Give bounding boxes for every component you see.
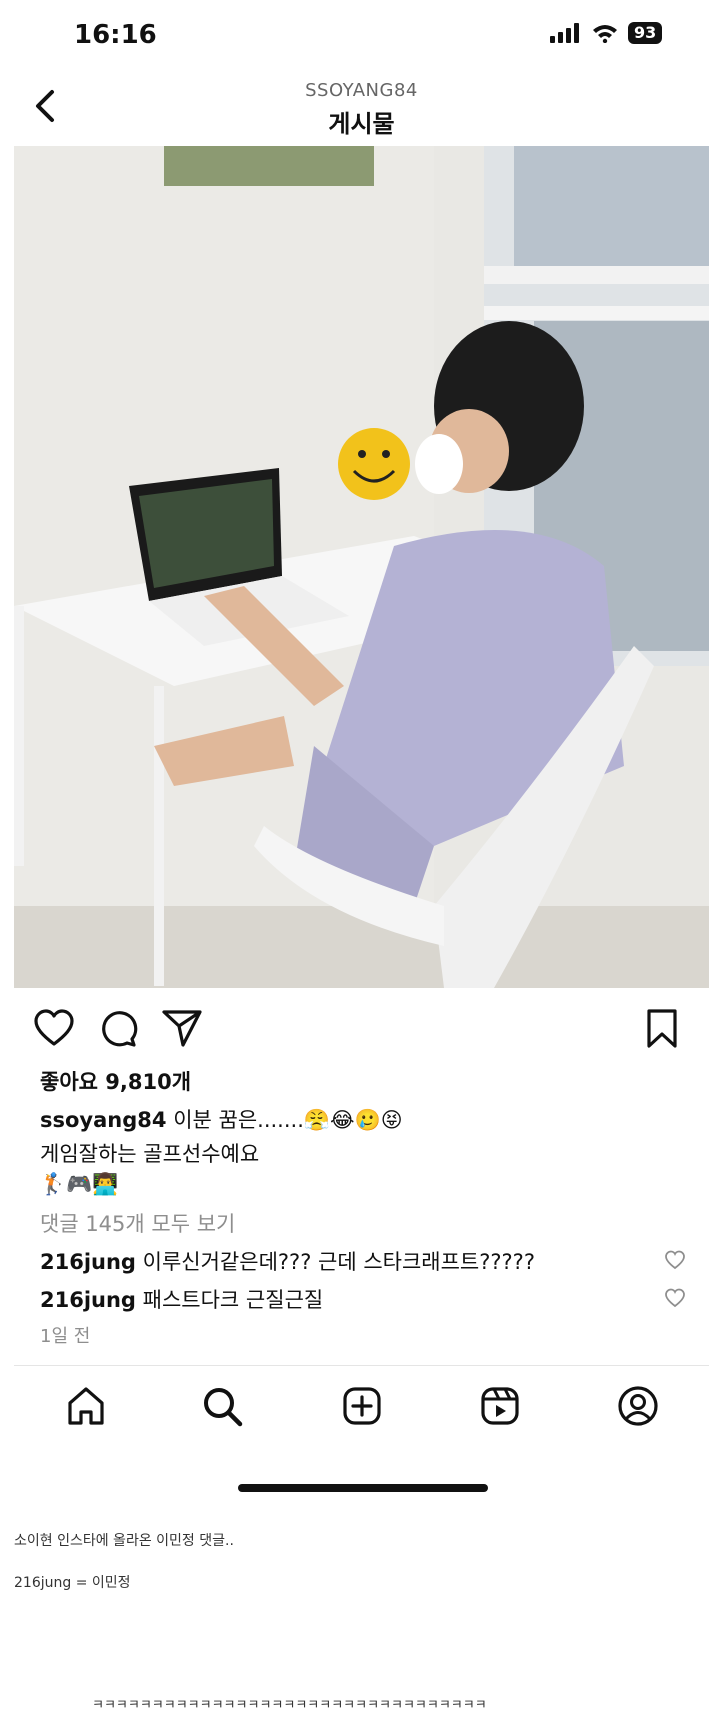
create-icon[interactable] [340,1384,384,1428]
comment-row: 216jung 패스트다크 근질근질 [40,1284,323,1314]
comment-icon[interactable] [96,1006,140,1050]
caption-emojis: 😤😂🥲😝 [303,1108,403,1132]
likes-count: 좋아요 9,810개 [40,1070,192,1094]
caption: ssoyang84 이분 꿈은.......😤😂🥲😝 [40,1104,403,1134]
status-time: 16:16 [74,20,157,50]
divider [14,1365,709,1366]
like-heart-icon[interactable] [32,1006,76,1050]
header-username: SSOYANG84 [305,80,418,101]
comment-username[interactable]: 216jung [40,1250,136,1274]
home-icon[interactable] [64,1384,108,1428]
status-icons: 93 [550,22,663,44]
home-indicator [238,1484,488,1492]
post-photo[interactable] [14,146,709,988]
note-line-2: 216jung = 이민정 [14,1575,131,1591]
comment-text: 패스트다크 근질근질 [142,1288,324,1312]
share-send-icon[interactable] [160,1006,204,1050]
caption-username[interactable]: ssoyang84 [40,1108,167,1132]
view-all-comments-link[interactable]: 댓글 145개 모두 보기 [40,1208,235,1238]
comment-row: 216jung 이루신거같은데??? 근데 스타크래프트????? [40,1246,535,1276]
caption-line-2: 게임잘하는 골프선수예요 [40,1142,260,1166]
wifi-icon [593,25,617,43]
comment-like-heart-icon[interactable] [664,1287,686,1309]
profile-icon[interactable] [616,1384,660,1428]
caption-text: 이분 꿈은....... [173,1108,304,1132]
photo-illustration [14,146,709,988]
comment-text: 이루신거같은데??? 근데 스타크래프트????? [142,1250,535,1274]
save-bookmark-icon[interactable] [640,1006,684,1050]
signal-icon [550,23,579,43]
comment-like-heart-icon[interactable] [664,1249,686,1271]
caption-line-3: 🏌️🎮👨‍💻 [40,1172,119,1196]
note-line-1: 소이현 인스타에 올라온 이민정 댓글.. [14,1533,234,1549]
battery-indicator: 93 [628,22,663,44]
note-line-3: ㅋㅋㅋㅋㅋㅋㅋㅋㅋㅋㅋㅋㅋㅋㅋㅋㅋㅋㅋㅋㅋㅋㅋㅋㅋㅋㅋㅋㅋㅋㅋㅋㅋ [92,1698,487,1713]
comment-username[interactable]: 216jung [40,1288,136,1312]
post-time: 1일 전 [40,1326,91,1347]
search-icon[interactable] [200,1384,244,1428]
reels-icon[interactable] [478,1384,522,1428]
page-title: 게시물 [328,110,395,138]
